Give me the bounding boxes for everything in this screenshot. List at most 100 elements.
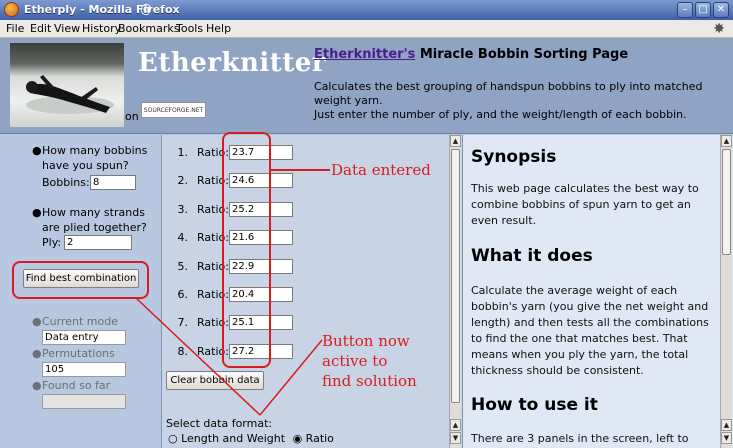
ratio-label: Ratio: [197, 146, 229, 159]
ratio-row-number: 7. [177, 316, 189, 330]
scroll-up-arrow-lower[interactable]: ▲ [450, 419, 461, 431]
middle-panel: 1. Ratio: 23.7 2. Ratio: 24.6 3. Ratio: 25.2 4. Ra… [161, 135, 462, 448]
data-format-options: ○ Length and Weight ◉ Ratio [168, 432, 334, 445]
how-to-use-text: There are 3 panels in the screen, left t… [471, 432, 689, 445]
current-mode-field: Data entry [42, 330, 126, 345]
permutations-field: 105 [42, 362, 126, 377]
bullet-icon: ● [32, 144, 42, 157]
radio-length-weight-label: Length and Weight [181, 432, 286, 445]
ply-input[interactable]: 2 [64, 235, 132, 250]
found-so-far-field [42, 394, 126, 409]
scroll-thumb[interactable] [451, 149, 460, 403]
menu-history[interactable]: History [82, 22, 121, 35]
ratio-input[interactable]: 27.2 [229, 343, 293, 359]
ratio-input[interactable]: 20.4 [229, 287, 293, 302]
bullet-icon: ● [32, 347, 42, 360]
middle-scrollbar[interactable]: ▲ ▲ ▼ [449, 135, 461, 448]
found-so-far-item: ● Found so far [32, 378, 111, 393]
ratio-row-number: 1. [177, 146, 189, 159]
sourceforge-logo[interactable]: SOURCEFORGE.NET [141, 102, 206, 118]
swirl-icon: @ [140, 2, 152, 16]
window-title: Etherply - Mozilla Firefox [24, 3, 180, 16]
clear-bobbin-data-button[interactable]: Clear bobbin data [166, 371, 264, 390]
ply-label: Ply: [42, 236, 62, 249]
scroll-thumb[interactable] [722, 149, 731, 255]
browser-window: Etherply - Mozilla Firefox @ – □ ✕ File … [0, 0, 733, 448]
menu-bar: File Edit View History Bookmarks Tools H… [0, 20, 733, 38]
scroll-up-arrow-lower[interactable]: ▲ [721, 419, 732, 431]
page-description: Calculates the best grouping of handspun… [314, 80, 709, 122]
synopsis-heading: Synopsis [471, 147, 557, 167]
radio-ratio[interactable]: ◉ [293, 432, 303, 445]
menu-view[interactable]: View [54, 22, 80, 35]
ply-question: ● How many strands are plied together? [32, 205, 158, 235]
bullet-icon: ● [32, 379, 42, 392]
ratio-row-number: 4. [177, 231, 189, 245]
description-line-2: Just enter the number of ply, and the we… [314, 108, 687, 121]
ratio-label: Ratio: [197, 259, 229, 273]
description-line-1: Calculates the best grouping of handspun… [314, 80, 703, 107]
menu-edit[interactable]: Edit [30, 22, 51, 35]
minimize-button[interactable]: – [677, 2, 693, 18]
on-label: on [125, 110, 139, 123]
current-mode-label: Current mode [42, 315, 119, 328]
ratio-input[interactable]: 22.9 [229, 258, 293, 274]
menu-bookmarks[interactable]: Bookmarks [118, 22, 179, 35]
ratio-row: 7. Ratio: 25.1 [170, 314, 300, 332]
permutations-item: ● Permutations [32, 346, 115, 361]
menu-help[interactable]: Help [206, 22, 231, 35]
ratio-input[interactable]: 25.2 [229, 201, 293, 217]
annotation-line-3: find solution [322, 372, 417, 390]
firefox-icon [4, 2, 19, 17]
ratio-label: Ratio: [197, 174, 229, 188]
ratio-row-number: 6. [177, 288, 189, 301]
button-active-annotation: Button now active to find solution [322, 331, 417, 391]
menu-tools[interactable]: Tools [176, 22, 203, 35]
how-to-use-heading: How to use it [471, 395, 598, 415]
radio-length-weight[interactable]: ○ [168, 432, 178, 445]
ratio-row: 6. Ratio: 20.4 [170, 286, 300, 304]
ratio-input[interactable]: 21.6 [229, 230, 293, 246]
etherknitter-link[interactable]: Etherknitter's [314, 47, 415, 62]
ratio-label: Ratio: [197, 231, 229, 245]
bullet-icon: ● [32, 315, 42, 328]
what-it-does-text: Calculate the average weight of each bob… [471, 284, 709, 377]
scroll-down-arrow[interactable]: ▼ [721, 432, 732, 444]
maximize-button[interactable]: □ [695, 2, 711, 18]
page-title: Etherknitter's Miracle Bobbin Sorting Pa… [314, 47, 628, 62]
bobbins-question-text: How many bobbins have you spun? [42, 144, 148, 172]
current-mode-item: ● Current mode [32, 314, 119, 329]
page-title-rest: Miracle Bobbin Sorting Page [415, 47, 629, 62]
ratio-row: 1. Ratio: 23.7 [170, 144, 300, 162]
bullet-icon: ● [32, 206, 42, 219]
radio-ratio-label: Ratio [305, 432, 334, 445]
bobbins-input[interactable]: 8 [90, 175, 136, 190]
find-best-combination-button[interactable]: Find best combination [23, 269, 139, 288]
ratio-label: Ratio: [197, 316, 229, 330]
ply-question-text: How many strands are plied together? [42, 206, 147, 234]
ratio-row-number: 5. [177, 259, 189, 273]
ratio-input[interactable]: 25.1 [229, 315, 293, 331]
ratio-label: Ratio: [197, 344, 229, 358]
permutations-label: Permutations [42, 347, 115, 360]
right-panel: Synopsis This web page calculates the be… [462, 135, 733, 448]
close-button[interactable]: ✕ [713, 2, 729, 18]
scroll-down-arrow[interactable]: ▼ [450, 432, 461, 444]
right-scrollbar[interactable]: ▲ ▲ ▼ [720, 135, 732, 448]
ratio-row: 8. Ratio: 27.2 [170, 343, 300, 361]
menu-file[interactable]: File [6, 22, 24, 35]
ratio-input[interactable]: 23.7 [229, 145, 293, 160]
brand-title: Etherknitter [138, 48, 327, 78]
scroll-up-arrow[interactable]: ▲ [721, 135, 732, 147]
ratio-label: Ratio: [197, 202, 229, 216]
person-in-snow-image [26, 75, 114, 114]
throbber-icon: ✸ [713, 21, 725, 37]
ratio-row-number: 8. [177, 344, 189, 358]
bobbins-label: Bobbins: [42, 176, 90, 189]
scroll-up-arrow[interactable]: ▲ [450, 135, 461, 147]
ratio-row-number: 2. [177, 174, 189, 188]
found-so-far-label: Found so far [42, 379, 111, 392]
left-panel: ● How many bobbins have you spun? Bobbin… [0, 135, 161, 448]
what-it-does-heading: What it does [471, 246, 593, 266]
ratio-input[interactable]: 24.6 [229, 173, 293, 189]
